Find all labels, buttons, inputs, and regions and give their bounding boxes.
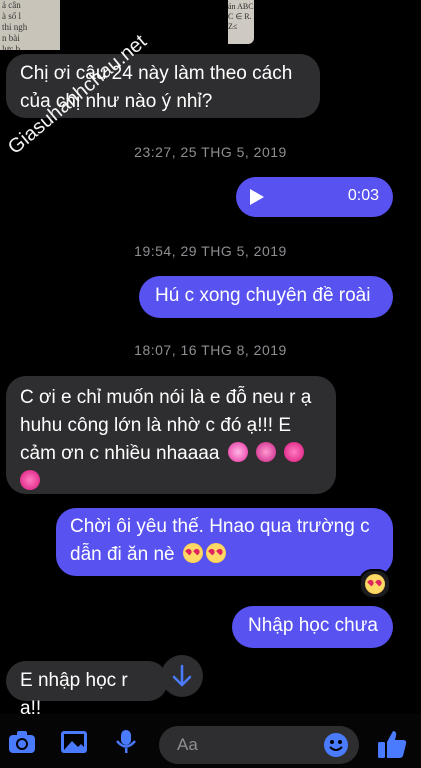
photo-attachment[interactable]: ản ABC C ∈ R. Z≤ bbox=[228, 0, 254, 44]
arrow-down-icon bbox=[172, 664, 192, 687]
sparkling-heart-icon bbox=[227, 442, 248, 462]
emoji-icon[interactable] bbox=[323, 732, 349, 758]
microphone-icon[interactable] bbox=[112, 730, 140, 754]
message-text-line: cảm ơn c nhiều nhaaaa bbox=[20, 443, 220, 464]
message-reaction[interactable] bbox=[359, 569, 391, 599]
two-hearts-icon bbox=[256, 442, 276, 462]
message-text-line: dẫn đi ăn nè bbox=[70, 544, 175, 565]
heart-eyes-icon bbox=[182, 543, 203, 563]
incoming-message[interactable]: C ơi e chỉ muốn nói là e đỗ neu r ạ huhu… bbox=[6, 376, 336, 494]
message-input[interactable]: Aa bbox=[159, 726, 359, 764]
message-text-line: C ơi e chỉ muốn nói là e đỗ neu r ạ bbox=[20, 387, 312, 408]
heart-eyes-icon bbox=[365, 574, 385, 594]
photo-gallery-icon[interactable] bbox=[60, 730, 88, 754]
voice-message[interactable]: 0:03 bbox=[236, 177, 393, 217]
incoming-message[interactable]: E nhập học r ạ!! bbox=[6, 661, 168, 719]
timestamp: 19:54, 29 THG 5, 2019 bbox=[134, 243, 287, 259]
outgoing-message[interactable]: Nhập học chưa bbox=[232, 606, 393, 648]
message-text-line: huhu công lớn là nhờ c đó ạ!!! E bbox=[20, 415, 292, 436]
timestamp: 23:27, 25 THG 5, 2019 bbox=[134, 144, 287, 160]
outgoing-message[interactable]: Hú c xong chuyên đề roài bbox=[139, 276, 393, 318]
heart-eyes-icon bbox=[205, 543, 226, 563]
message-text-line: Chời ôi yêu thế. Hnao qua trường c bbox=[70, 516, 370, 537]
thumbs-up-icon[interactable] bbox=[376, 728, 408, 760]
photo-text: ản ABC C ∈ R. Z≤ bbox=[228, 2, 254, 31]
play-icon[interactable] bbox=[250, 189, 264, 205]
message-text: Nhập học chưa bbox=[248, 615, 378, 636]
audio-duration: 0:03 bbox=[347, 187, 379, 204]
timestamp: 18:07, 16 THG 8, 2019 bbox=[134, 342, 287, 358]
camera-icon[interactable] bbox=[8, 730, 36, 754]
message-text: Hú c xong chuyên đề roài bbox=[155, 285, 371, 306]
growing-heart-icon bbox=[20, 470, 40, 490]
input-placeholder: Aa bbox=[177, 735, 198, 754]
photo-text: ả cân à số l thi ngh n bài lực b bbox=[2, 0, 28, 50]
beating-heart-icon bbox=[284, 442, 305, 462]
outgoing-message[interactable]: Chời ôi yêu thế. Hnao qua trường c dẫn đ… bbox=[56, 508, 393, 576]
photo-attachment-left[interactable]: ả cân à số l thi ngh n bài lực b bbox=[0, 0, 60, 50]
scroll-to-bottom-button[interactable] bbox=[161, 655, 203, 697]
message-text: E nhập học r ạ!! bbox=[20, 670, 128, 719]
